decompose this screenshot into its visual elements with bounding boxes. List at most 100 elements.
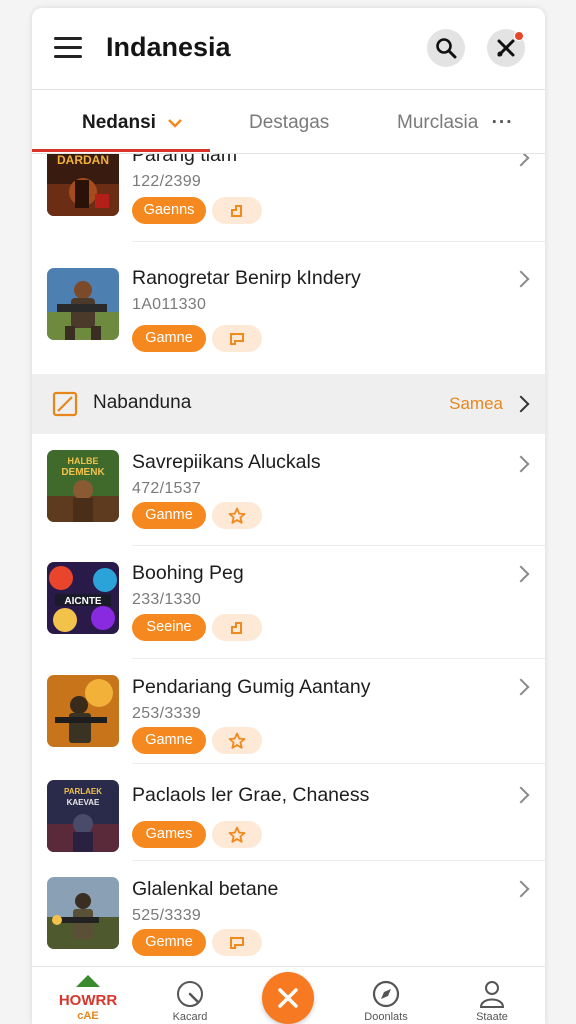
chevron-down-icon [168,119,183,128]
item-subtitle: 253/3339 [132,705,202,722]
game-thumbnail [47,877,119,949]
item-subtitle: 525/3339 [132,907,202,924]
section-header[interactable]: Nabanduna Samea [32,374,545,434]
item-subtitle: 122/2399 [132,173,202,190]
item-title: Boohing Peg [132,562,244,584]
genre-button[interactable]: Ganme [132,502,206,529]
favorite-button[interactable] [212,502,262,529]
save-button[interactable] [212,614,262,641]
tab-destagas[interactable]: Destagas [249,112,329,134]
item-title: Parang tiam [132,154,238,166]
save-button[interactable] [212,197,262,224]
chevron-right-icon [512,786,530,804]
tools-icon [497,39,515,57]
star-icon [228,826,246,843]
page-title: Indanesia [106,32,231,62]
logo-text: HOWRR [59,992,117,1009]
item-title: Ranogretar Benirp kIndery [132,267,361,289]
notification-dot [514,31,524,41]
item-subtitle: 233/1330 [132,591,202,608]
bookmark-icon [230,332,244,345]
search-button[interactable] [427,29,465,67]
game-list[interactable]: DARDAN Parang tiam 122/2399 Gaenns Ranog… [32,154,545,966]
section-title: Nabanduna [93,392,192,413]
thumbnail-text: KAEVAE [67,798,100,807]
compass-icon [372,980,400,1008]
thumbnail-text: AICNTE [64,596,102,607]
save-button[interactable] [212,929,262,956]
item-title: Paclaols ler Grae, Chaness [132,784,370,806]
nav-label: Staate [476,1011,508,1023]
more-icon[interactable]: ··· [492,112,514,133]
app-screen: Indanesia Nedansi Destagas Murclasia ···… [32,8,545,1024]
genre-button[interactable]: Gamne [132,727,206,754]
tab-label: Murclasia [397,112,479,133]
game-thumbnail: HALBE DEMENK [47,450,119,522]
list-item[interactable]: AICNTE Boohing Peg 233/1330 Seeine [32,546,545,659]
chevron-right-icon [512,678,530,696]
list-item[interactable]: Glalenkal betane 525/3339 Gemne [32,861,545,966]
nav-label: Doonlats [364,1011,408,1023]
thumbnail-text: HALBE [68,456,99,466]
item-title: Pendariang Gumig Aantany [132,676,371,698]
chevron-right-icon [512,565,530,583]
nav-doonlats[interactable]: Doonlats [346,967,426,1024]
list-item[interactable]: Pendariang Gumig Aantany 253/3339 Gamne [32,659,545,764]
list-item[interactable]: DARDAN Parang tiam 122/2399 Gaenns [32,154,545,242]
nav-home[interactable]: HOWRR cAE [48,967,128,1024]
star-icon [228,732,246,749]
genre-button[interactable]: Gamne [132,325,206,352]
list-item[interactable]: Ranogretar Benirp kIndery 1A011330 Gamne [32,257,545,374]
gauge-icon [177,981,203,1007]
game-thumbnail [47,675,119,747]
list-item[interactable]: HALBE DEMENK Savrepiikans Aluckals 472/1… [32,434,545,546]
app-bar: Indanesia [32,8,545,90]
save-button[interactable] [212,325,262,352]
tools-button[interactable] [487,29,525,67]
favorite-button[interactable] [212,821,262,848]
logo-text: cAE [77,1010,98,1022]
item-subtitle: 1A011330 [132,296,207,313]
chevron-right-icon [512,395,530,413]
genre-button[interactable]: Seeine [132,614,206,641]
genre-button[interactable]: Gaenns [132,197,206,224]
app-logo: HOWRR cAE [59,975,117,1022]
search-icon [436,38,457,59]
chevron-right-icon [512,154,530,167]
bookmark-icon [230,936,244,949]
hamburger-icon[interactable] [54,37,82,59]
item-title: Glalenkal betane [132,878,279,900]
nav-kacard[interactable]: Kacard [150,967,230,1024]
genre-button[interactable]: Gemne [132,929,206,956]
star-icon [228,507,246,524]
tab-murclasia[interactable]: Murclasia ··· [397,112,514,134]
game-thumbnail: PARLAEK KAEVAE [47,780,119,852]
favorite-button[interactable] [212,727,262,754]
nav-label: Kacard [172,1011,208,1023]
profile-icon [479,981,505,1008]
game-thumbnail: DARDAN [47,154,119,216]
tab-nedansi[interactable]: Nedansi [82,112,183,134]
close-icon [278,988,298,1008]
list-item[interactable]: PARLAEK KAEVAE Paclaols ler Grae, Chanes… [32,764,545,861]
thumbnail-text: DEMENK [61,467,105,478]
bookmark-icon [231,204,242,217]
edit-icon [52,391,78,417]
genre-button[interactable]: Games [132,821,206,848]
divider [132,241,545,242]
item-subtitle: 472/1537 [132,480,202,497]
see-all-link[interactable]: Samea [449,394,503,414]
game-thumbnail [47,268,119,340]
bookmark-icon [231,621,242,634]
chevron-right-icon [512,270,530,288]
item-title: Savrepiikans Aluckals [132,451,321,473]
chevron-right-icon [512,880,530,898]
chevron-right-icon [512,455,530,473]
center-action-button[interactable] [262,972,314,1024]
thumbnail-text: DARDAN [57,154,109,167]
tab-indicator [32,149,210,152]
nav-staate[interactable]: Staate [452,967,532,1024]
tab-label: Nedansi [82,112,156,133]
tab-bar: Nedansi Destagas Murclasia ··· [32,92,545,154]
thumbnail-text: PARLAEK [64,787,102,796]
